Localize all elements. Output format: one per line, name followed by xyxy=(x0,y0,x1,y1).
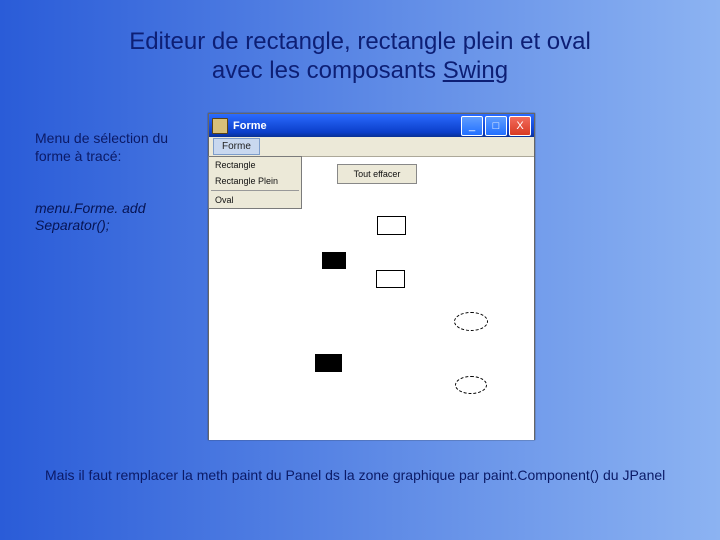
shape-oval-dashed-1 xyxy=(454,312,488,331)
code-line1: menu.Forme. add xyxy=(35,200,146,216)
caption-menu: Menu de sélection du forme à tracé: xyxy=(35,130,195,165)
clear-button[interactable]: Tout effacer xyxy=(337,164,417,184)
shape-dropdown: Rectangle Rectangle Plein Oval xyxy=(208,156,302,209)
app-window: Forme _ □ X Forme Tout effacer Rectangle… xyxy=(208,113,535,440)
dropdown-item-rectangle[interactable]: Rectangle xyxy=(209,157,301,173)
close-button[interactable]: X xyxy=(509,116,531,136)
titlebar: Forme _ □ X xyxy=(209,114,534,137)
drawing-canvas[interactable]: Tout effacer Rectangle Rectangle Plein O… xyxy=(209,157,534,440)
title-swing: Swing xyxy=(443,57,508,84)
caption-code: menu.Forme. add Separator(); xyxy=(35,200,205,234)
code-line2: Separator(); xyxy=(35,217,110,233)
menubar: Forme xyxy=(209,137,534,157)
slide-title: Editeur de rectangle, rectangle plein et… xyxy=(0,28,720,86)
title-line2a: avec les composants xyxy=(212,57,443,84)
shape-rect-outline-1 xyxy=(377,216,406,235)
window-title: Forme xyxy=(233,120,459,132)
minimize-button[interactable]: _ xyxy=(461,116,483,136)
title-line1: Editeur de rectangle, rectangle plein et… xyxy=(129,28,591,55)
dropdown-separator xyxy=(211,190,299,191)
shape-rect-filled-1 xyxy=(322,252,346,269)
app-icon xyxy=(212,118,228,134)
footer-note: Mais il faut remplacer la meth paint du … xyxy=(45,466,685,484)
shape-rect-outline-2 xyxy=(376,270,405,288)
dropdown-item-rectangle-plein[interactable]: Rectangle Plein xyxy=(209,173,301,189)
dropdown-item-oval[interactable]: Oval xyxy=(209,192,301,208)
shape-oval-dashed-2 xyxy=(455,376,487,394)
maximize-button[interactable]: □ xyxy=(485,116,507,136)
menu-forme[interactable]: Forme xyxy=(213,138,260,155)
shape-rect-filled-2 xyxy=(315,354,342,372)
